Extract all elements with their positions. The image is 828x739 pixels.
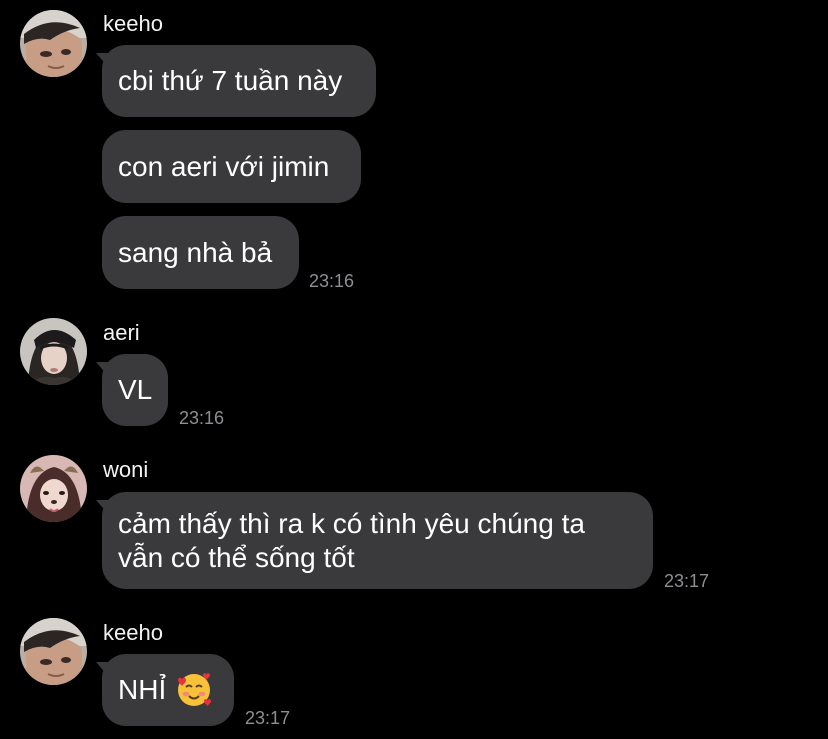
message-bubble[interactable]: con aeri với jimin xyxy=(102,130,361,203)
avatar-keeho[interactable] xyxy=(20,10,87,77)
message-bubble[interactable]: NHỈ xyxy=(102,654,234,726)
message-bubble[interactable]: sang nhà bả xyxy=(102,216,299,289)
sender-name: keeho xyxy=(103,11,163,36)
sender-name: aeri xyxy=(103,320,140,345)
message-timestamp: 23:16 xyxy=(179,408,225,428)
avatar-woni[interactable] xyxy=(20,455,87,522)
chat-thread: keeho cbi thứ 7 tuần này con aeri với ji… xyxy=(0,0,828,739)
aeri-avatar-icon xyxy=(20,318,87,385)
message-bubble[interactable]: cbi thứ 7 tuần này xyxy=(102,45,376,117)
woni-avatar-icon xyxy=(20,455,87,522)
message-bubble[interactable]: cảm thấy thì ra k có tình yêu chúng ta v… xyxy=(102,492,653,589)
message-text: NHỈ xyxy=(118,674,167,705)
keeho-avatar-icon xyxy=(20,10,87,77)
avatar-aeri[interactable] xyxy=(20,318,87,385)
avatar-keeho[interactable] xyxy=(20,618,87,685)
message-timestamp: 23:17 xyxy=(245,708,291,728)
sender-name: woni xyxy=(103,457,149,482)
smiling-face-with-hearts-icon xyxy=(174,670,214,710)
message-timestamp: 23:17 xyxy=(664,571,710,591)
message-bubble[interactable]: VL xyxy=(102,354,168,426)
message-line: cảm thấy thì ra k có tình yêu chúng ta xyxy=(118,507,585,539)
message-timestamp: 23:16 xyxy=(309,271,355,291)
sender-name: keeho xyxy=(103,620,163,645)
message-line: vẫn có thể sống tốt xyxy=(118,541,355,573)
keeho-avatar-icon xyxy=(20,618,87,685)
